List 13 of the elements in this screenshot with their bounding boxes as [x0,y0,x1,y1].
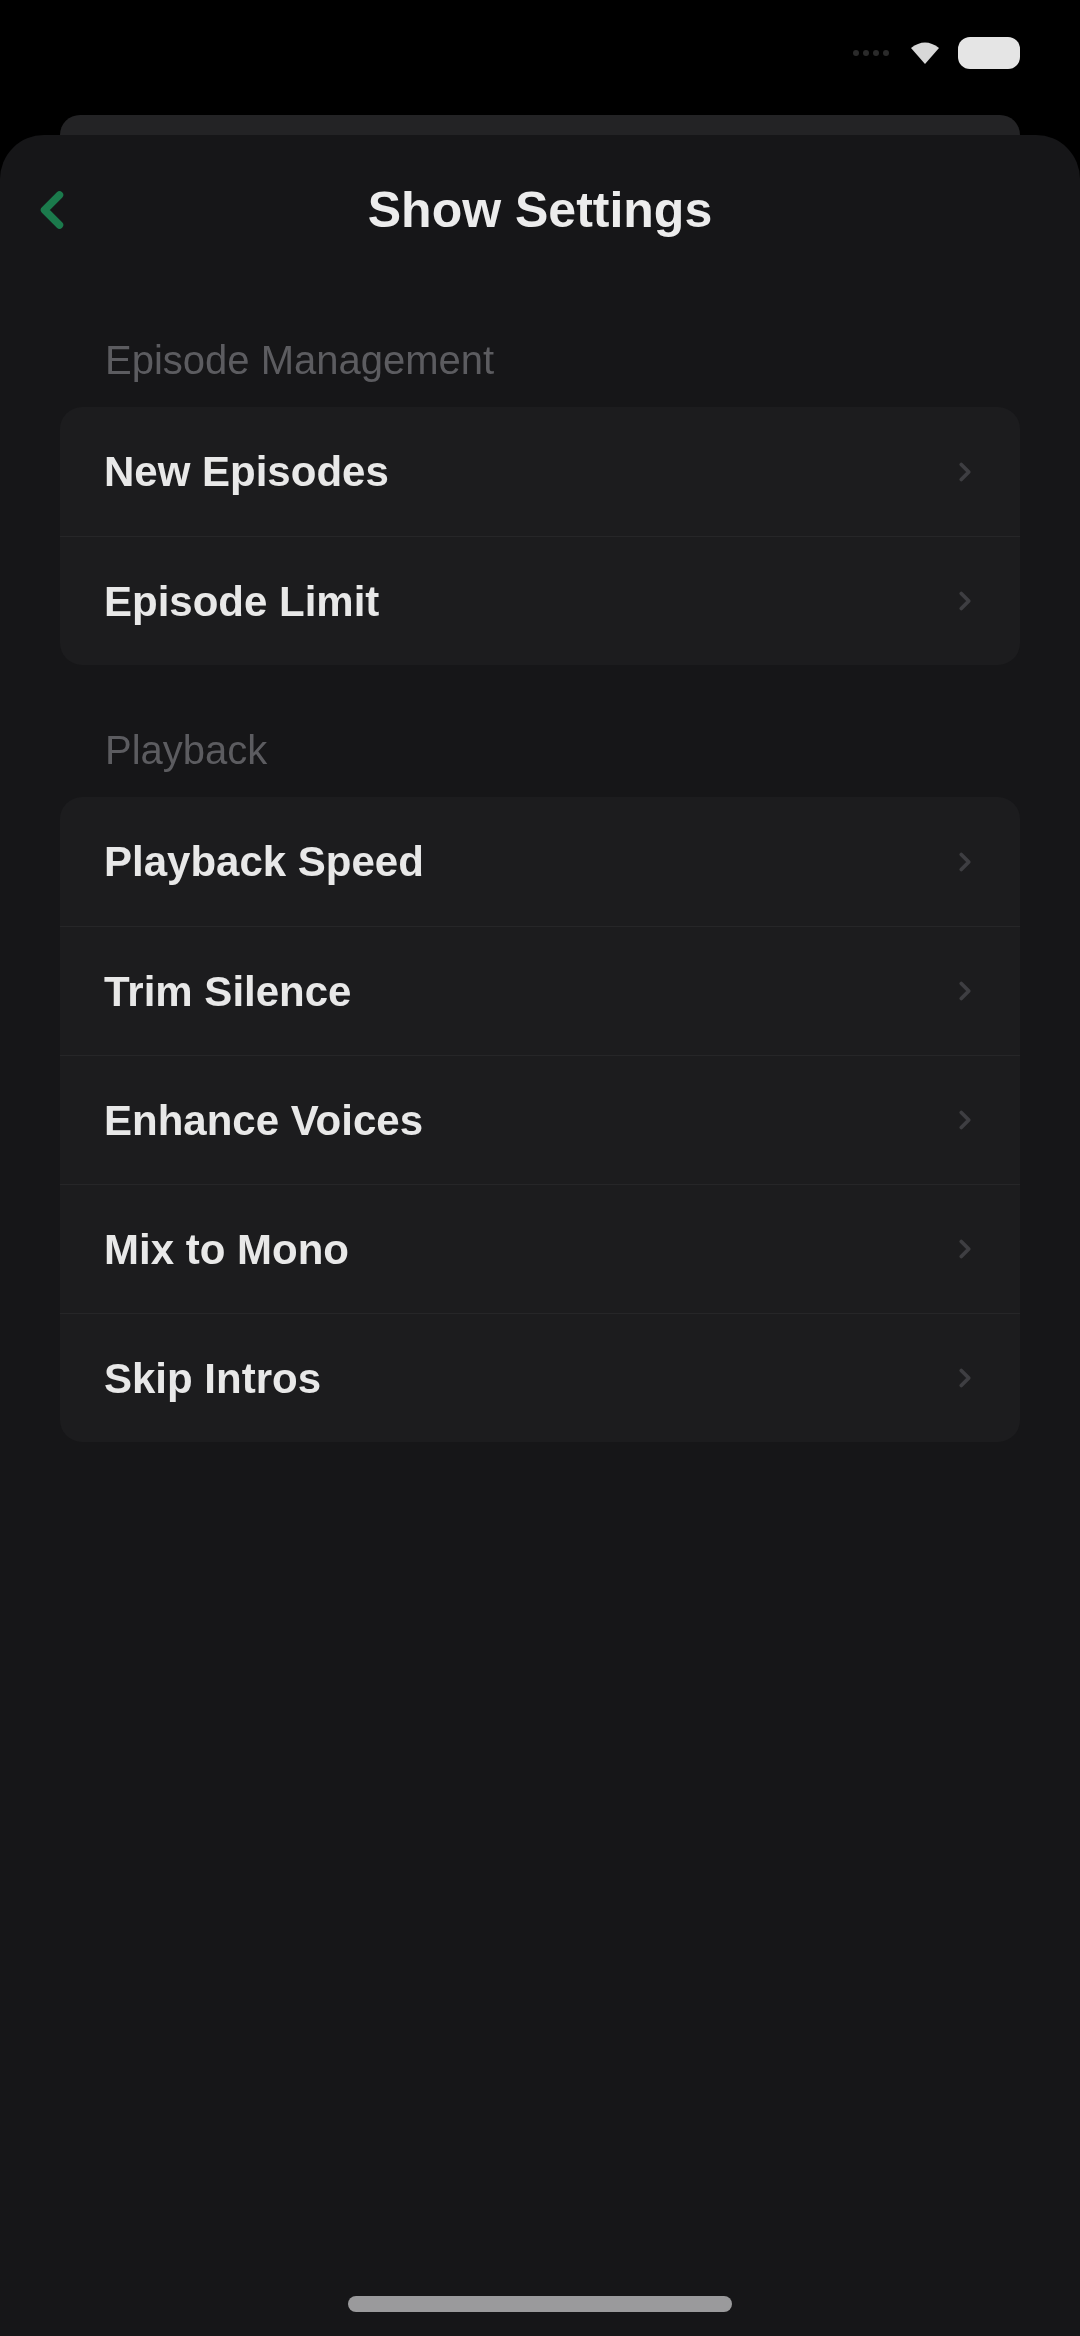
settings-row[interactable]: Enhance Voices [60,1055,1020,1184]
section-header: Playback [105,727,268,774]
page-title: Show Settings [367,181,713,240]
settings-row[interactable]: New Episodes [60,407,1020,536]
settings-row[interactable]: Trim Silence [60,926,1020,1055]
wifi-icon [910,40,940,65]
settings-row[interactable]: Episode Limit [60,536,1020,665]
settings-row[interactable]: Skip Intros [60,1313,1020,1442]
signal-icon [852,48,892,57]
battery-icon [958,36,1020,69]
section-header: Episode Management [105,337,495,384]
settings-row[interactable]: Playback Speed [60,797,1020,926]
settings-row[interactable]: Mix to Mono [60,1184,1020,1313]
